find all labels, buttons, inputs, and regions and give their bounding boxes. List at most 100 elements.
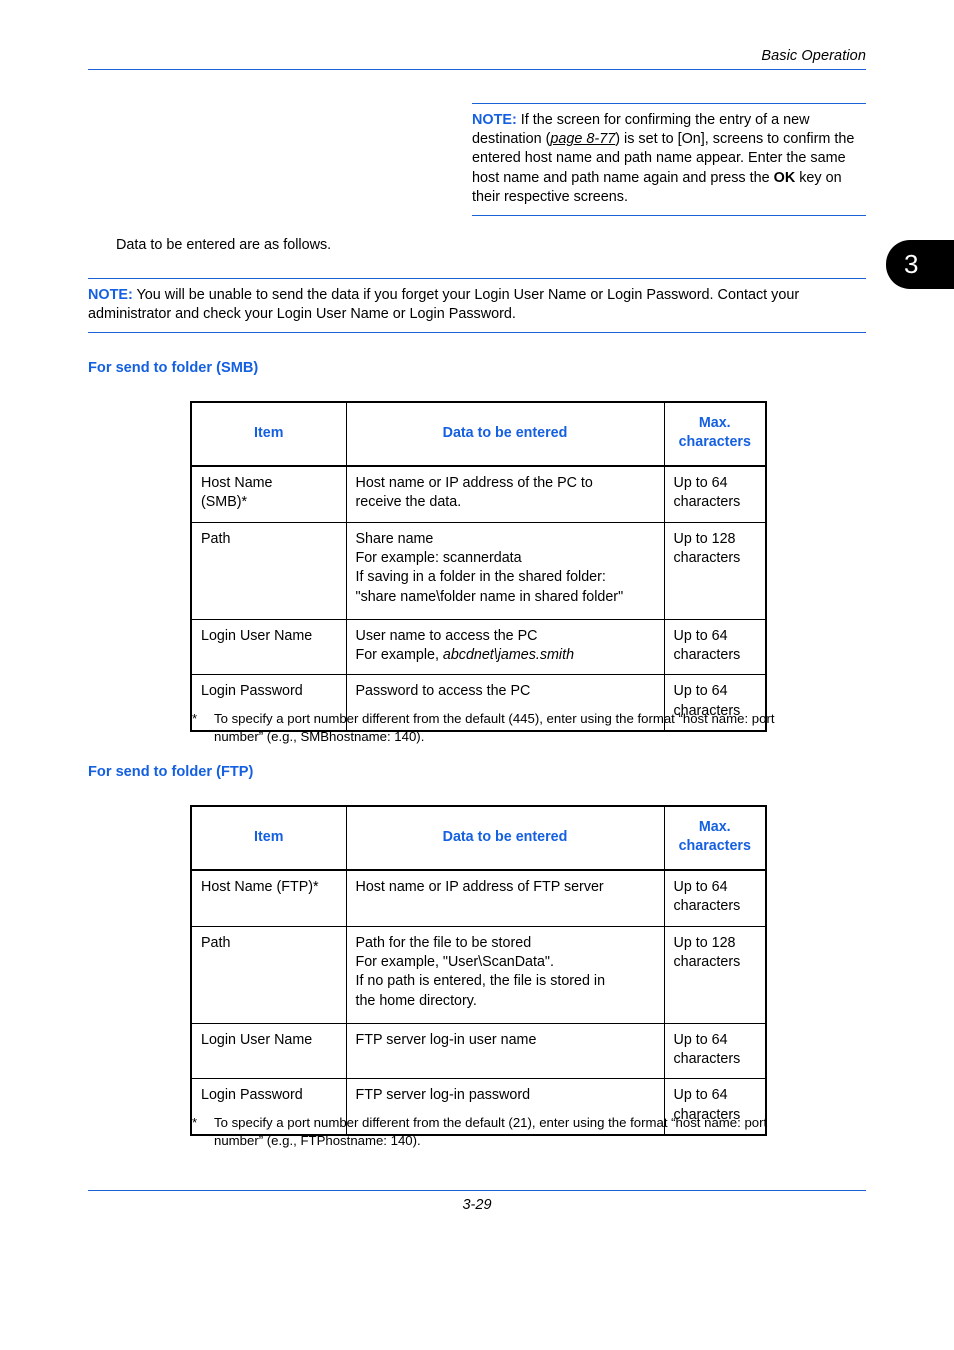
page-header: Basic Operation (88, 48, 866, 70)
column-header-max-characters: Max. characters (663, 805, 767, 871)
cell-text-line: Host name or IP address of FTP server (355, 878, 604, 895)
cell-text-line: "share name\folder name in shared folder… (355, 588, 624, 605)
cell-text-line: Path (201, 530, 231, 547)
cell-text-line: Login Password (201, 683, 303, 700)
cell-text-line: Login Password (201, 1087, 303, 1104)
cell-data: Path for the file to be stored For examp… (345, 925, 665, 1024)
cell-item: Login User Name (190, 618, 347, 676)
note-label: NOTE: (472, 112, 517, 128)
cell-text-line: Up to 64 (673, 1031, 728, 1048)
table-row: Path Share name For example: scannerdata… (190, 521, 767, 620)
cell-text-line: Up to 64 (673, 683, 728, 700)
cell-max-characters: Up to 64 characters (663, 465, 767, 523)
footnote-text: To specify a port number different from … (214, 1115, 768, 1148)
cell-max-characters: Up to 64 characters (663, 618, 767, 676)
cell-text-line-example: For example, abcdnet\james.smith (356, 646, 655, 665)
cell-text-line: FTP server log-in password (355, 1087, 531, 1104)
cell-max-characters: Up to 64 characters (663, 869, 767, 927)
cell-text-line: Password to access the PC (355, 683, 531, 700)
footnote-smb-port: * To specify a port number different fro… (192, 710, 792, 746)
column-header-max-line2: characters (678, 838, 751, 855)
cell-data: Host name or IP address of FTP server (345, 869, 665, 927)
cell-text-line: Up to 128 (673, 934, 736, 951)
cell-text-line: Path for the file to be stored (355, 934, 532, 951)
page-number: 3-29 (462, 1197, 492, 1213)
cell-text-line: receive the data. (355, 494, 462, 511)
cell-text-line: Host Name (FTP)* (201, 878, 319, 895)
note-label: NOTE: (88, 287, 133, 303)
cell-max-characters: Up to 64 characters (663, 1022, 767, 1080)
cell-text-line: characters (673, 494, 741, 511)
footnote-marker: * (192, 711, 198, 726)
section-heading-smb: For send to folder (SMB) (88, 360, 259, 376)
page-footer: 3-29 (88, 1190, 866, 1213)
cell-text-line: Host name or IP address of the PC to (355, 474, 593, 491)
cell-item: Host Name (FTP)* (190, 869, 347, 927)
intro-paragraph: Data to be entered are as follows. (116, 237, 332, 253)
cell-text-line: (SMB)* (201, 494, 248, 511)
cell-item: Path (190, 521, 347, 620)
cell-text-line: For example, "User\ScanData". (355, 954, 554, 971)
cell-text-line: characters (673, 898, 741, 915)
footnote-marker: * (192, 1115, 198, 1130)
table-row: Host Name (FTP)* Host name or IP address… (190, 869, 767, 927)
cell-text-line: Up to 64 (673, 474, 728, 491)
cell-data: FTP server log-in user name (345, 1022, 665, 1080)
column-header-max-line2: characters (678, 434, 751, 451)
column-header-max-characters: Max. characters (663, 401, 767, 467)
cell-text-line: FTP server log-in user name (355, 1031, 537, 1048)
cell-text-line: the home directory. (355, 992, 477, 1009)
cell-data: Host name or IP address of the PC to rec… (345, 465, 665, 523)
note-box-login-credentials: NOTE: You will be unable to send the dat… (88, 278, 866, 334)
note-keyword-ok: OK (773, 169, 796, 186)
cell-text-line: Up to 64 (673, 878, 728, 895)
note-text-body: You will be unable to send the data if y… (88, 287, 800, 323)
cell-text-line: characters (673, 647, 741, 664)
cell-text-line: Up to 128 (673, 530, 736, 547)
example-prefix: For example, (355, 647, 443, 664)
document-page: Basic Operation 3 NOTE: If the screen fo… (0, 0, 954, 1350)
note-text: NOTE: You will be unable to send the dat… (88, 286, 866, 324)
cell-text-line: Up to 64 (673, 1087, 728, 1104)
column-header-item: Item (190, 805, 347, 871)
cell-text-line: Host Name (201, 474, 273, 491)
footnote-ftp-port: * To specify a port number different fro… (192, 1114, 792, 1150)
table-row: Login User Name FTP server log-in user n… (190, 1022, 767, 1080)
column-header-data: Data to be entered (345, 805, 665, 871)
cell-text-line: Path (201, 934, 231, 951)
cell-item: Path (190, 925, 347, 1024)
cell-text-line: characters (673, 954, 741, 971)
column-header-item: Item (190, 401, 347, 467)
column-header-max-line1: Max. (698, 415, 731, 431)
cell-text-line: Login User Name (201, 1031, 313, 1048)
cell-text-line: If saving in a folder in the shared fold… (355, 569, 606, 586)
cell-text-line: User name to access the PC (355, 627, 538, 644)
header-rule (88, 69, 866, 70)
table-send-to-folder-smb: Item Data to be entered Max. characters … (190, 401, 767, 733)
table-row: Host Name (SMB)* Host name or IP address… (190, 465, 767, 523)
table-header-row: Item Data to be entered Max. characters (190, 401, 767, 467)
cell-max-characters: Up to 128 characters (663, 521, 767, 620)
cell-text-line: If no path is entered, the file is store… (355, 973, 606, 990)
cell-item: Login User Name (190, 1022, 347, 1080)
note-page-reference-link[interactable]: page 8-77 (550, 131, 615, 147)
chapter-tab-3: 3 (886, 240, 954, 289)
table-send-to-folder-ftp: Item Data to be entered Max. characters … (190, 805, 767, 1137)
header-title: Basic Operation (761, 48, 866, 64)
note-text: NOTE: If the screen for confirming the e… (472, 111, 866, 207)
footnote-text: To specify a port number different from … (214, 711, 775, 744)
table-row: Login User Name User name to access the … (190, 618, 767, 676)
cell-text-line: Login User Name (201, 627, 313, 644)
column-header-max-line1: Max. (698, 819, 731, 835)
cell-max-characters: Up to 128 characters (663, 925, 767, 1024)
cell-data: Share name For example: scannerdata If s… (345, 521, 665, 620)
cell-text-line: For example: scannerdata (355, 550, 522, 567)
cell-data: User name to access the PC For example, … (345, 618, 665, 676)
note-box-confirm-destination: NOTE: If the screen for confirming the e… (472, 103, 866, 217)
column-header-data: Data to be entered (345, 401, 665, 467)
section-heading-ftp: For send to folder (FTP) (88, 764, 254, 780)
cell-text-line: Up to 64 (673, 627, 728, 644)
table-row: Path Path for the file to be stored For … (190, 925, 767, 1024)
cell-text-line: Share name (355, 530, 434, 547)
table-header-row: Item Data to be entered Max. characters (190, 805, 767, 871)
